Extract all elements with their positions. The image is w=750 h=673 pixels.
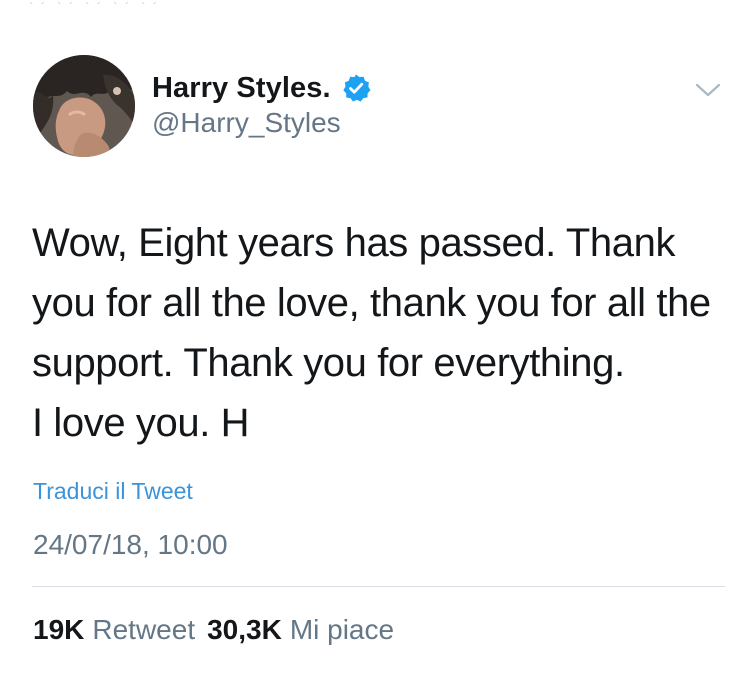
avatar[interactable] bbox=[33, 55, 135, 157]
retweets-label: Retweet bbox=[92, 614, 196, 645]
translate-tweet-link[interactable]: Traduci il Tweet bbox=[33, 478, 193, 505]
tweet-text-line: I love you. H bbox=[32, 401, 250, 445]
tweet-text-line: support. Thank you for everything. bbox=[32, 341, 625, 385]
avatar-image bbox=[33, 55, 135, 157]
user-handle[interactable]: @Harry_Styles bbox=[152, 107, 341, 139]
display-name[interactable]: Harry Styles. bbox=[152, 72, 331, 105]
verified-badge-icon bbox=[341, 73, 371, 103]
tweet-text-line: Wow, Eight years has passed. Thank bbox=[32, 221, 676, 265]
user-name-row[interactable]: Harry Styles. bbox=[152, 70, 371, 106]
likes-stat[interactable]: 30,3K Mi piace bbox=[207, 614, 394, 646]
tweet-timestamp: 24/07/18, 10:00 bbox=[33, 529, 228, 560]
retweets-count: 19K bbox=[33, 614, 85, 645]
tweet-text-line: you for all the love, thank you for all … bbox=[32, 281, 711, 325]
retweets-stat[interactable]: 19K Retweet bbox=[33, 614, 195, 646]
likes-count: 30,3K bbox=[207, 614, 282, 645]
chevron-down-icon[interactable] bbox=[694, 80, 722, 100]
likes-label: Mi piace bbox=[289, 614, 395, 645]
tweet-text: Wow, Eight years has passed. Thank you f… bbox=[32, 213, 732, 453]
engagement-stats: 19K Retweet 30,3K Mi piace bbox=[33, 614, 406, 646]
previous-content-fragment bbox=[30, 0, 180, 4]
divider bbox=[32, 586, 725, 587]
